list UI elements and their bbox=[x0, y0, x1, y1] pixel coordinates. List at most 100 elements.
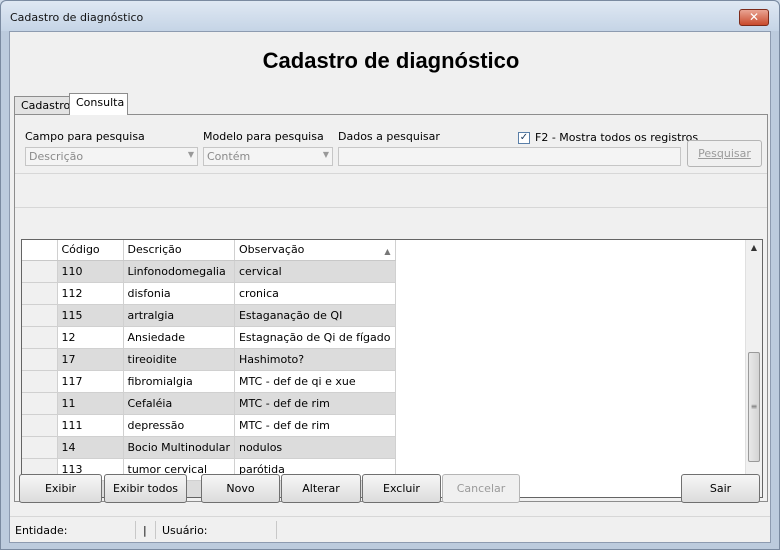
cell-codigo[interactable]: 11 bbox=[57, 392, 124, 415]
status-divider bbox=[276, 521, 277, 539]
row-indicator[interactable] bbox=[22, 304, 58, 327]
grid-header-row: Código Descrição Observação ▲ bbox=[22, 240, 396, 261]
column-header-descricao[interactable]: Descrição bbox=[123, 240, 235, 261]
chevron-down-icon: ▼ bbox=[322, 150, 329, 159]
cell-descricao[interactable]: Cefaléia bbox=[123, 392, 235, 415]
row-indicator[interactable] bbox=[22, 260, 58, 283]
consulta-panel: Campo para pesquisa Descrição ▼ Modelo p… bbox=[14, 114, 768, 502]
title-bar[interactable]: Cadastro de diagnóstico ✕ bbox=[1, 1, 779, 31]
vertical-scrollbar[interactable]: ▲ ≡ ▼ bbox=[745, 240, 762, 497]
cancelar-label: Cancelar bbox=[456, 482, 506, 495]
cell-observacao[interactable]: MTC - def de rim bbox=[234, 392, 396, 415]
row-indicator[interactable] bbox=[22, 348, 58, 371]
pesquisar-label: Pesquisar bbox=[698, 147, 751, 160]
modelo-select[interactable]: Contém ▼ bbox=[203, 147, 333, 166]
dados-input[interactable] bbox=[338, 147, 681, 166]
divider bbox=[15, 207, 767, 208]
column-header-observacao[interactable]: Observação ▲ bbox=[234, 240, 396, 261]
cell-codigo[interactable]: 111 bbox=[57, 414, 124, 437]
cell-descricao[interactable]: fibromialgia bbox=[123, 370, 235, 393]
scroll-up-icon[interactable]: ▲ bbox=[746, 240, 762, 256]
table-row[interactable]: 117 fibromialgia MTC - def de qi e xue bbox=[22, 370, 396, 393]
exibir-label: Exibir bbox=[44, 482, 77, 495]
cell-observacao[interactable]: cronica bbox=[234, 282, 396, 305]
exibir-todos-label: Exibir todos bbox=[112, 482, 179, 495]
cell-observacao[interactable]: Hashimoto? bbox=[234, 348, 396, 371]
exibir-button[interactable]: Exibir bbox=[19, 474, 102, 503]
campo-select-value: Descrição bbox=[29, 150, 84, 163]
results-table: Código Descrição Observação ▲ 110 Linfono… bbox=[22, 240, 396, 497]
cell-codigo[interactable]: 115 bbox=[57, 304, 124, 327]
cell-codigo[interactable]: 12 bbox=[57, 326, 124, 349]
alterar-label: Alterar bbox=[302, 482, 340, 495]
excluir-label: Excluir bbox=[383, 482, 420, 495]
table-row[interactable]: 12 Ansiedade Estagnação de Qi de fígado bbox=[22, 326, 396, 349]
chevron-down-icon: ▼ bbox=[187, 150, 194, 159]
page-title: Cadastro de diagnóstico bbox=[262, 48, 520, 73]
row-indicator[interactable] bbox=[22, 326, 58, 349]
modelo-select-value: Contém bbox=[207, 150, 251, 163]
modelo-label: Modelo para pesquisa bbox=[203, 130, 324, 143]
status-separator: | bbox=[143, 524, 147, 537]
cell-codigo[interactable]: 14 bbox=[57, 436, 124, 459]
status-bar: Entidade: | Usuário: bbox=[10, 516, 770, 542]
cell-codigo[interactable]: 117 bbox=[57, 370, 124, 393]
sort-ascending-icon: ▲ bbox=[384, 247, 391, 257]
tab-cadastro[interactable]: Cadastro bbox=[14, 96, 70, 115]
alterar-button[interactable]: Alterar bbox=[281, 474, 361, 503]
cell-observacao[interactable]: MTC - def de qi e xue bbox=[234, 370, 396, 393]
novo-button[interactable]: Novo bbox=[201, 474, 280, 503]
row-indicator[interactable] bbox=[22, 436, 58, 459]
cell-descricao[interactable]: depressão bbox=[123, 414, 235, 437]
cancelar-button[interactable]: Cancelar bbox=[442, 474, 520, 503]
status-divider bbox=[155, 521, 156, 539]
close-icon: ✕ bbox=[748, 10, 760, 24]
cell-descricao[interactable]: Bocio Multinodular bbox=[123, 436, 235, 459]
cell-observacao[interactable]: MTC - def de rim bbox=[234, 414, 396, 437]
column-header-observacao-label: Observação bbox=[238, 243, 305, 257]
exibir-todos-button[interactable]: Exibir todos bbox=[104, 474, 187, 503]
cell-codigo[interactable]: 112 bbox=[57, 282, 124, 305]
cell-observacao[interactable]: cervical bbox=[234, 260, 396, 283]
table-row[interactable]: 17 tireoidite Hashimoto? bbox=[22, 348, 396, 371]
column-header-codigo[interactable]: Código bbox=[57, 240, 124, 261]
table-row[interactable]: 110 Linfonodomegalia cervical bbox=[22, 260, 396, 283]
cell-descricao[interactable]: Ansiedade bbox=[123, 326, 235, 349]
cell-codigo[interactable]: 17 bbox=[57, 348, 124, 371]
cell-observacao[interactable]: Estagnação de Qi de fígado bbox=[234, 326, 396, 349]
entidade-label: Entidade: bbox=[15, 524, 68, 537]
table-row[interactable]: 14 Bocio Multinodular nodulos bbox=[22, 436, 396, 459]
grid-body: 110 Linfonodomegalia cervical 112 disfonia cr… bbox=[22, 260, 396, 497]
campo-select[interactable]: Descrição ▼ bbox=[25, 147, 198, 166]
cell-descricao[interactable]: tireoidite bbox=[123, 348, 235, 371]
cell-codigo[interactable]: 110 bbox=[57, 260, 124, 283]
cell-descricao[interactable]: disfonia bbox=[123, 282, 235, 305]
usuario-label: Usuário: bbox=[162, 524, 208, 537]
dados-label: Dados a pesquisar bbox=[338, 130, 440, 143]
row-indicator[interactable] bbox=[22, 392, 58, 415]
row-indicator[interactable] bbox=[22, 370, 58, 393]
table-row[interactable]: 111 depressão MTC - def de rim bbox=[22, 414, 396, 437]
show-all-label: F2 - Mostra todos os registros bbox=[535, 131, 699, 144]
cell-descricao[interactable]: artralgia bbox=[123, 304, 235, 327]
row-indicator-header bbox=[22, 240, 58, 261]
cell-descricao[interactable]: Linfonodomegalia bbox=[123, 260, 235, 283]
results-grid[interactable]: Código Descrição Observação ▲ 110 Linfono… bbox=[21, 239, 763, 498]
pesquisar-button[interactable]: Pesquisar bbox=[687, 140, 762, 167]
row-indicator[interactable] bbox=[22, 414, 58, 437]
table-row[interactable]: 11 Cefaléia MTC - def de rim bbox=[22, 392, 396, 415]
window-title: Cadastro de diagnóstico bbox=[10, 11, 144, 24]
cell-observacao[interactable]: Estaganação de QI bbox=[234, 304, 396, 327]
cell-observacao[interactable]: nodulos bbox=[234, 436, 396, 459]
campo-label: Campo para pesquisa bbox=[25, 130, 145, 143]
close-button[interactable]: ✕ bbox=[739, 9, 769, 26]
tab-consulta[interactable]: Consulta bbox=[69, 93, 128, 115]
table-row[interactable]: 112 disfonia cronica bbox=[22, 282, 396, 305]
window-client: Cadastro de diagnóstico Cadastro Consult… bbox=[9, 31, 771, 543]
sair-button[interactable]: Sair bbox=[681, 474, 760, 503]
table-row[interactable]: 115 artralgia Estaganação de QI bbox=[22, 304, 396, 327]
scroll-thumb[interactable]: ≡ bbox=[748, 352, 760, 462]
excluir-button[interactable]: Excluir bbox=[362, 474, 441, 503]
show-all-checkbox[interactable]: ✓ bbox=[518, 132, 530, 144]
row-indicator[interactable] bbox=[22, 282, 58, 305]
